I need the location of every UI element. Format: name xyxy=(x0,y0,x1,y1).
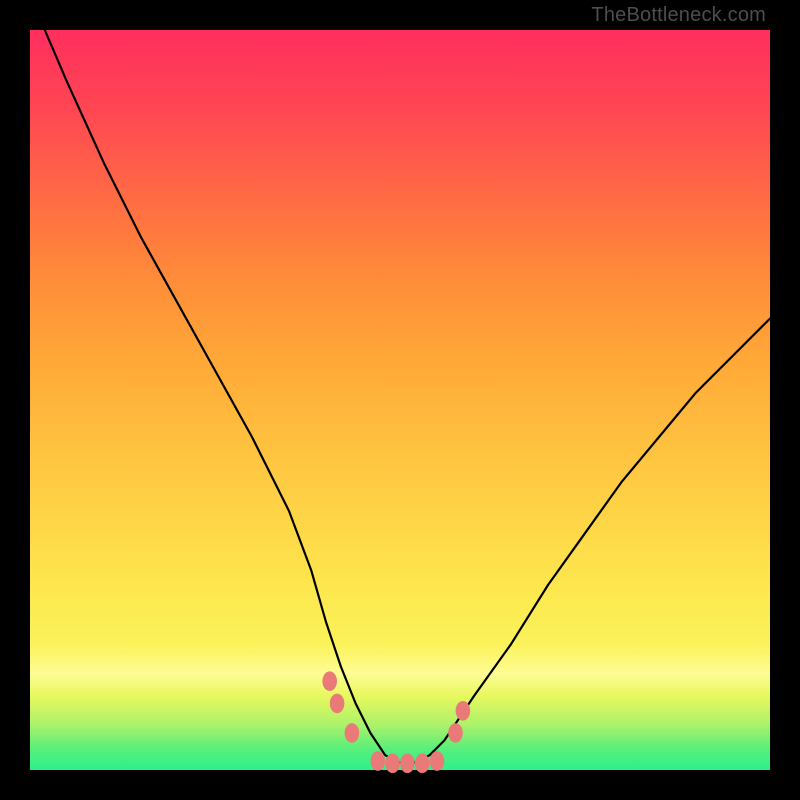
marker-dot xyxy=(448,723,463,743)
marker-dot xyxy=(371,751,386,771)
marker-dot xyxy=(322,671,337,691)
chart-frame: TheBottleneck.com xyxy=(0,0,800,800)
marker-dot xyxy=(400,754,415,774)
watermark-text: TheBottleneck.com xyxy=(591,4,766,27)
marker-dot xyxy=(430,751,445,771)
plot-area xyxy=(30,30,770,770)
curve-layer xyxy=(45,30,770,763)
marker-dot xyxy=(345,723,360,743)
bottleneck-curve-path xyxy=(45,30,770,763)
marker-dot xyxy=(330,694,345,714)
marker-dot xyxy=(456,701,471,721)
marker-dot xyxy=(385,754,400,774)
curve-svg xyxy=(30,30,770,770)
marker-layer xyxy=(322,671,470,773)
marker-dot xyxy=(415,754,430,774)
